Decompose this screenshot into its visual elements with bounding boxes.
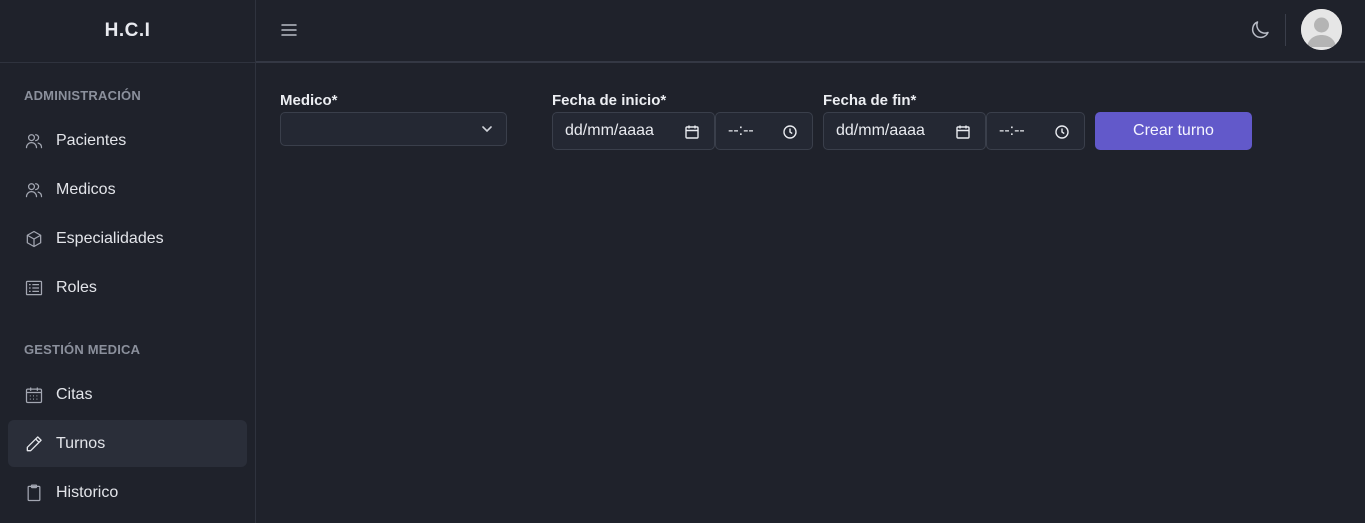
sidebar-item-label: Pacientes: [56, 131, 127, 149]
calendar-icon: [685, 125, 699, 139]
fecha-fin-date-input[interactable]: dd/mm/aaaa: [823, 112, 986, 150]
hamburger-menu-icon[interactable]: [278, 19, 300, 41]
sidebar-item-pacientes[interactable]: Pacientes: [8, 117, 247, 164]
calendar-icon: [24, 385, 44, 405]
clipboard-icon: [24, 483, 44, 503]
date-placeholder: dd/mm/aaaa: [565, 122, 654, 139]
users-icon: [24, 180, 44, 200]
sidebar-item-label: Citas: [56, 385, 93, 403]
section-title-administracion: ADMINISTRACIÓN: [24, 88, 141, 103]
sidebar-item-turnos[interactable]: Turnos: [8, 420, 247, 467]
medico-select[interactable]: [280, 112, 507, 146]
list-icon: [24, 278, 44, 298]
time-placeholder: --:--: [728, 122, 754, 139]
fecha-inicio-time-input[interactable]: --:--: [715, 112, 813, 150]
medico-label: Medico*: [280, 92, 338, 109]
fecha-fin-time-input[interactable]: --:--: [986, 112, 1085, 150]
users-icon: [24, 131, 44, 151]
clock-icon: [1055, 125, 1069, 139]
avatar[interactable]: [1301, 9, 1342, 50]
pencil-icon: [24, 434, 44, 454]
sidebar-item-citas[interactable]: Citas: [8, 371, 247, 418]
date-placeholder: dd/mm/aaaa: [836, 122, 925, 139]
sidebar-item-label: Medicos: [56, 180, 116, 198]
section-title-gestion-medica: GESTIÓN MEDICA: [24, 342, 141, 357]
time-placeholder: --:--: [999, 122, 1025, 139]
clock-icon: [783, 125, 797, 139]
sidebar-item-roles[interactable]: Roles: [8, 264, 247, 311]
sidebar-item-label: Especialidades: [56, 229, 164, 247]
fecha-fin-label: Fecha de fin*: [823, 92, 917, 109]
sidebar: H.C.I ADMINISTRACIÓN Pacientes Medicos E…: [0, 0, 256, 523]
top-bar: [256, 0, 1365, 63]
fecha-inicio-label: Fecha de inicio*: [552, 92, 667, 109]
sidebar-item-label: Turnos: [56, 434, 106, 452]
sidebar-item-especialidades[interactable]: Especialidades: [8, 215, 247, 262]
sidebar-item-label: Historico: [56, 483, 119, 501]
sidebar-item-label: Roles: [56, 278, 97, 296]
divider: [1285, 14, 1286, 46]
fecha-inicio-date-input[interactable]: dd/mm/aaaa: [552, 112, 715, 150]
calendar-icon: [956, 125, 970, 139]
brand-logo[interactable]: H.C.I: [0, 0, 255, 63]
moon-icon[interactable]: [1248, 18, 1272, 42]
chevron-down-icon: [482, 126, 492, 133]
turnos-form: Medico* Fecha de inicio* dd/mm/aaaa --:-…: [256, 64, 1365, 523]
sidebar-item-medicos[interactable]: Medicos: [8, 166, 247, 213]
crear-turno-button[interactable]: Crear turno: [1095, 112, 1252, 150]
sidebar-item-historico[interactable]: Historico: [8, 469, 247, 516]
cube-icon: [24, 229, 44, 249]
